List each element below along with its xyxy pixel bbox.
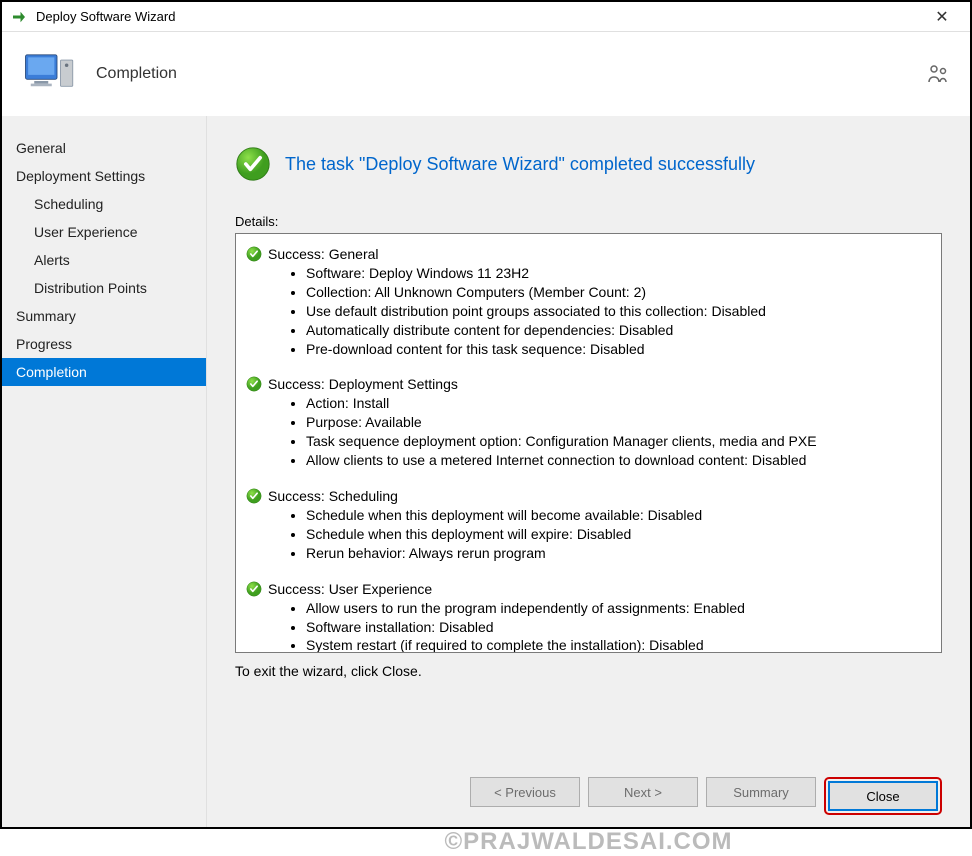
detail-line: Rerun behavior: Always rerun program	[306, 544, 931, 563]
next-button: Next >	[588, 777, 698, 807]
close-highlight: Close	[824, 777, 942, 815]
checkmark-icon	[246, 246, 262, 262]
computer-icon	[22, 46, 78, 102]
wizard-nav: GeneralDeployment SettingsSchedulingUser…	[2, 116, 207, 827]
detail-line: Use default distribution point groups as…	[306, 302, 931, 321]
window-title: Deploy Software Wizard	[36, 9, 922, 24]
nav-item-completion[interactable]: Completion	[2, 358, 206, 386]
section-title: Success: General	[268, 246, 379, 262]
feedback-icon[interactable]	[926, 62, 950, 86]
detail-line: Allow users to run the program independe…	[306, 599, 931, 618]
details-section: Success: Deployment Settings Action: Inst…	[246, 376, 931, 470]
close-icon[interactable]: ✕	[922, 3, 962, 31]
nav-item-general[interactable]: General	[2, 134, 206, 162]
watermark: ©PRAJWALDESAI.COM	[444, 828, 732, 856]
details-section: Success: General Software: Deploy Windows…	[246, 246, 931, 358]
nav-item-deployment-settings[interactable]: Deployment Settings	[2, 162, 206, 190]
details-panel: Success: General Software: Deploy Windows…	[235, 233, 942, 653]
section-title: Success: User Experience	[268, 581, 432, 597]
detail-line: Allow clients to use a metered Internet …	[306, 451, 931, 470]
nav-item-scheduling[interactable]: Scheduling	[2, 190, 206, 218]
detail-line: Purpose: Available	[306, 413, 931, 432]
success-icon	[235, 146, 271, 182]
detail-line: Action: Install	[306, 394, 931, 413]
detail-line: Schedule when this deployment will expir…	[306, 525, 931, 544]
detail-line: Software installation: Disabled	[306, 618, 931, 637]
page-title: Completion	[96, 65, 177, 83]
details-label: Details:	[235, 214, 942, 229]
section-header: Success: Scheduling	[246, 488, 931, 504]
exit-hint: To exit the wizard, click Close.	[235, 663, 942, 679]
detail-line: Collection: All Unknown Computers (Membe…	[306, 283, 931, 302]
section-title: Success: Scheduling	[268, 488, 398, 504]
details-section: Success: User Experience Allow users to r…	[246, 581, 931, 652]
checkmark-icon	[246, 581, 262, 597]
detail-line: System restart (if required to complete …	[306, 636, 931, 652]
summary-button: Summary	[706, 777, 816, 807]
details-scroll[interactable]: Success: General Software: Deploy Windows…	[236, 234, 941, 652]
detail-line: Task sequence deployment option: Configu…	[306, 432, 931, 451]
app-icon	[10, 8, 28, 26]
checkmark-icon	[246, 488, 262, 504]
previous-button: < Previous	[470, 777, 580, 807]
section-header: Success: User Experience	[246, 581, 931, 597]
section-header: Success: Deployment Settings	[246, 376, 931, 392]
nav-item-user-experience[interactable]: User Experience	[2, 218, 206, 246]
detail-line: Pre-download content for this task seque…	[306, 340, 931, 359]
detail-line: Automatically distribute content for dep…	[306, 321, 931, 340]
section-header: Success: General	[246, 246, 931, 262]
nav-item-progress[interactable]: Progress	[2, 330, 206, 358]
nav-item-distribution-points[interactable]: Distribution Points	[2, 274, 206, 302]
checkmark-icon	[246, 376, 262, 392]
nav-item-alerts[interactable]: Alerts	[2, 246, 206, 274]
detail-line: Software: Deploy Windows 11 23H2	[306, 264, 931, 283]
details-section: Success: Scheduling Schedule when this de…	[246, 488, 931, 563]
detail-line: Schedule when this deployment will becom…	[306, 506, 931, 525]
close-button[interactable]: Close	[828, 781, 938, 811]
success-message: The task "Deploy Software Wizard" comple…	[285, 154, 755, 175]
section-title: Success: Deployment Settings	[268, 376, 458, 392]
nav-item-summary[interactable]: Summary	[2, 302, 206, 330]
